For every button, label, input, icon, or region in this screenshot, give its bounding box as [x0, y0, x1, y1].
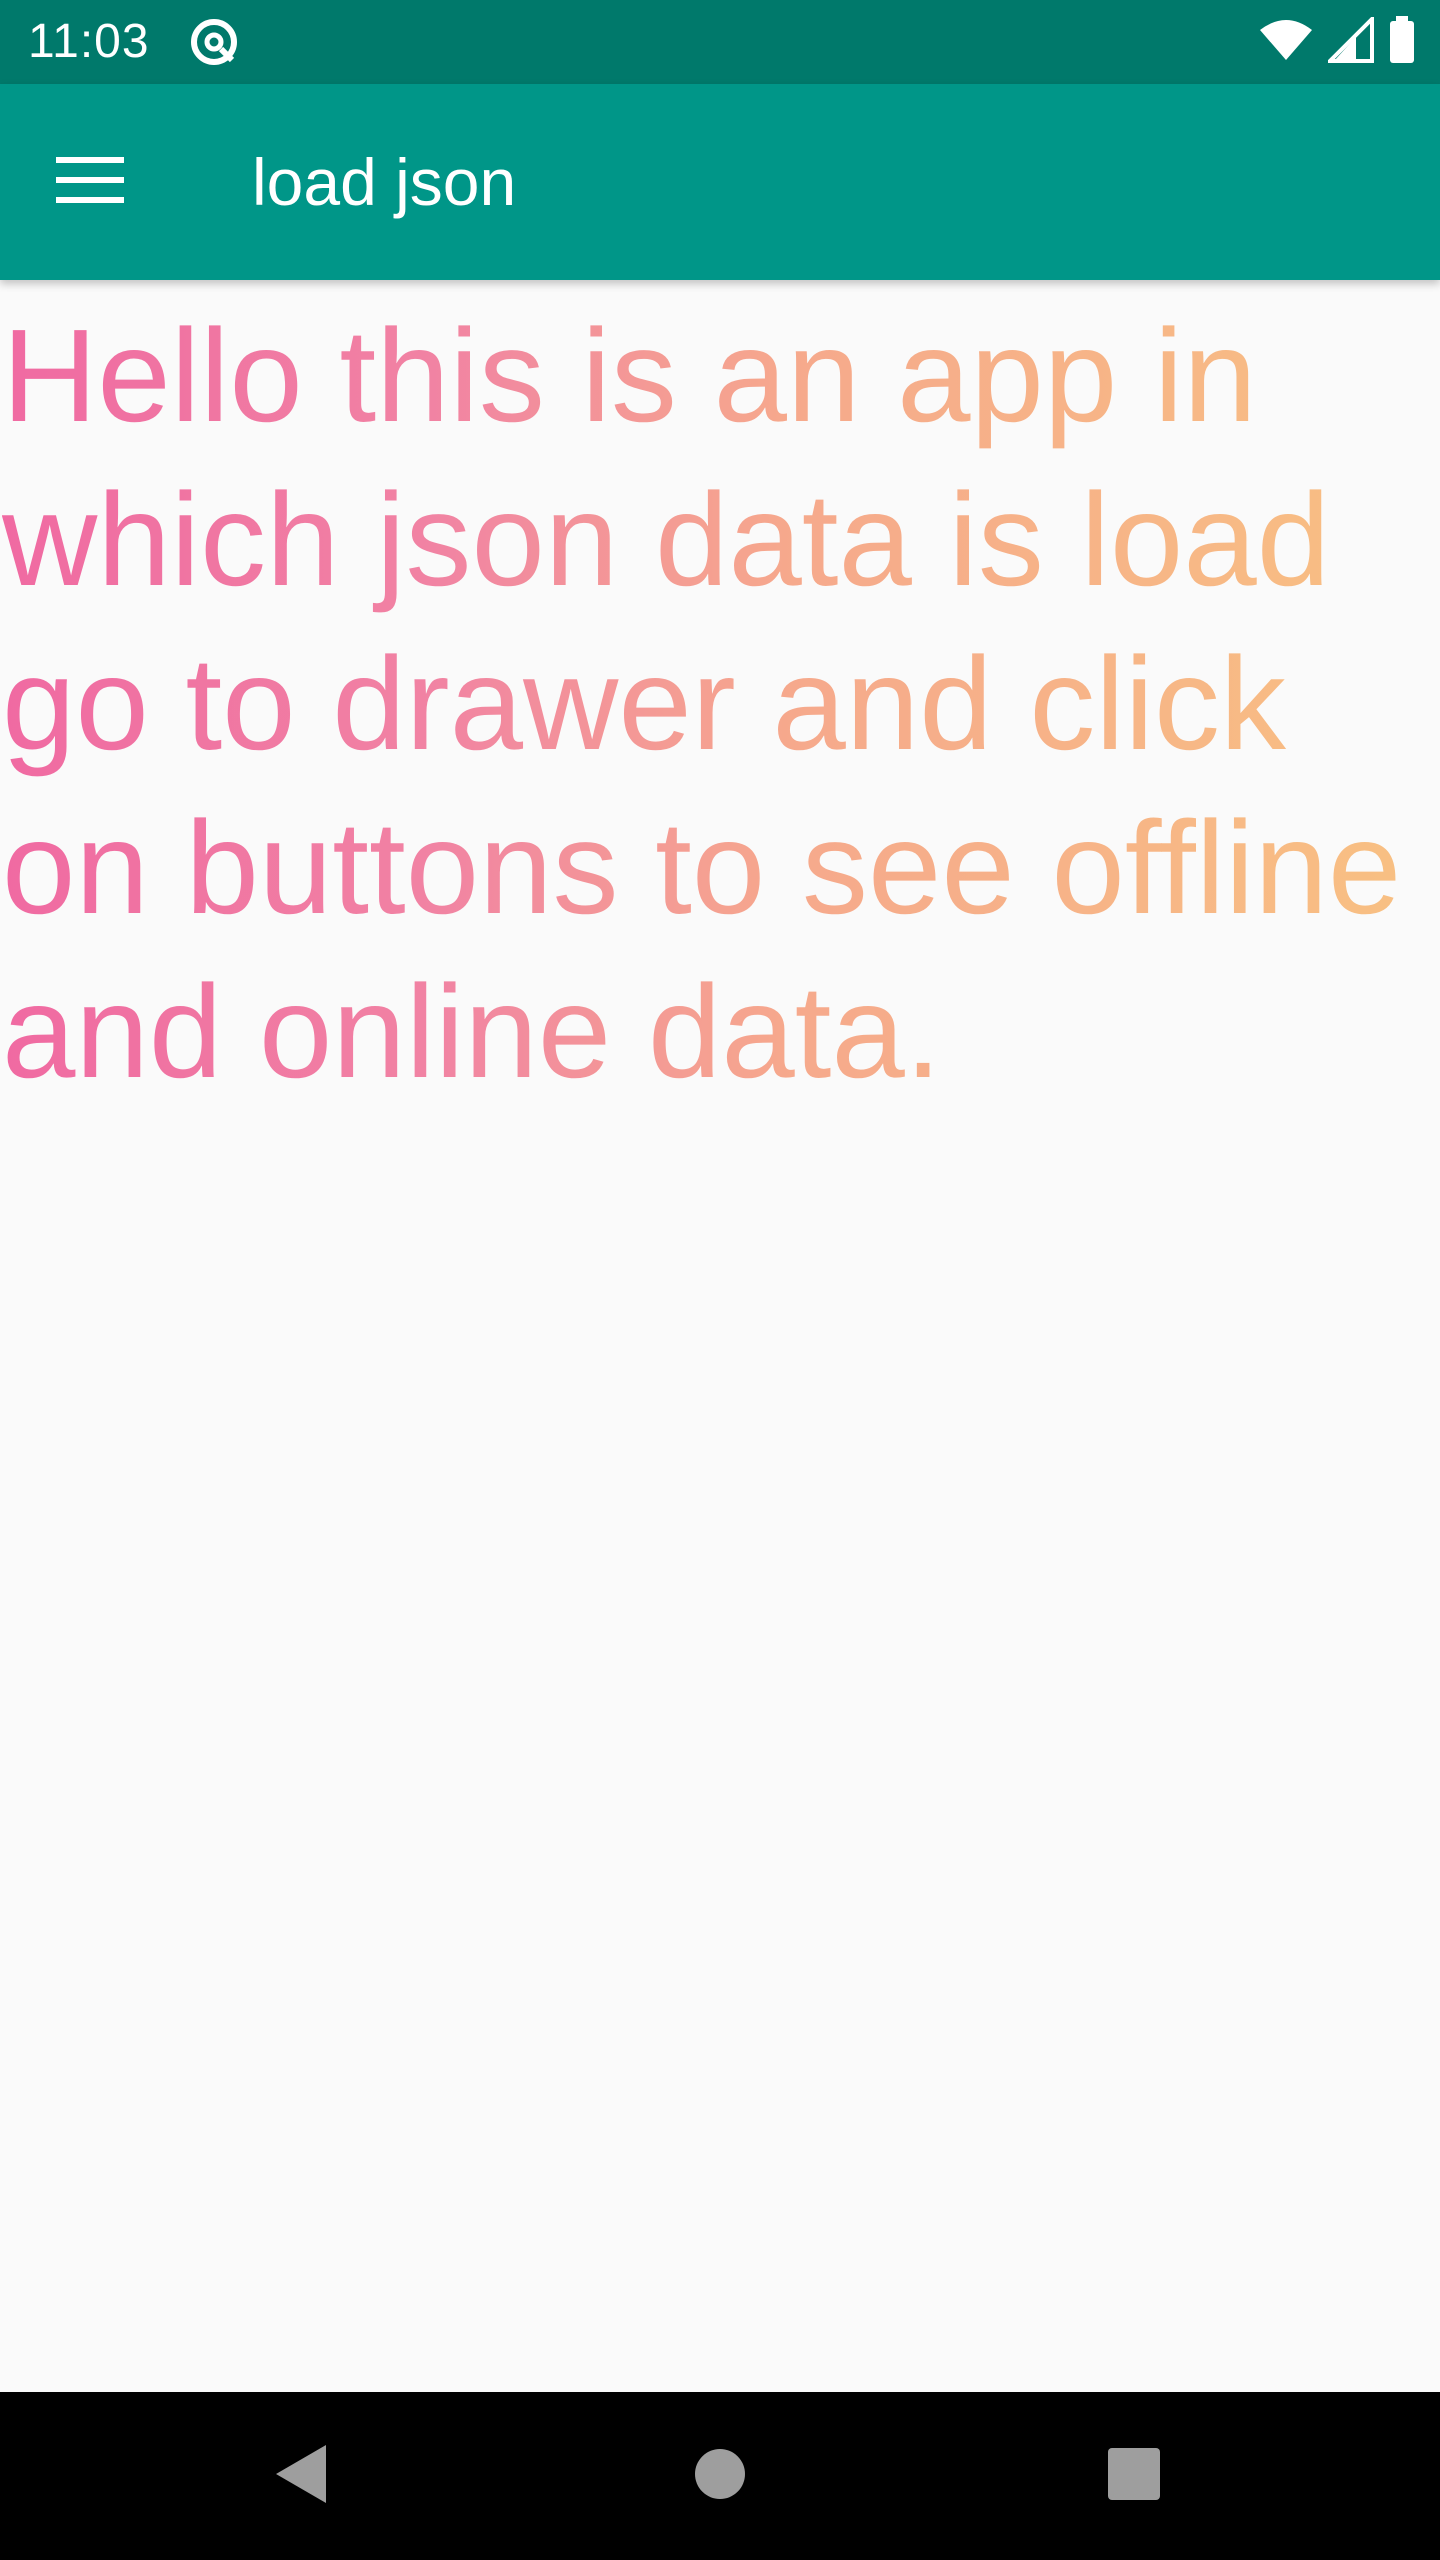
app-bar: load json: [0, 84, 1440, 280]
navigation-bar: [0, 2392, 1440, 2560]
nav-back-button[interactable]: [252, 2428, 348, 2524]
intro-text: Hello this is an app in which json data …: [2, 294, 1438, 1114]
hamburger-menu-icon: [56, 155, 124, 210]
battery-icon: [1388, 15, 1416, 69]
status-bar: 11:03: [0, 0, 1440, 84]
nav-recents-button[interactable]: [1086, 2428, 1182, 2524]
notification-at-icon: [188, 16, 240, 68]
wifi-icon: [1258, 18, 1314, 67]
status-time: 11:03: [28, 15, 150, 68]
signal-icon: [1325, 13, 1374, 68]
app-title: load json: [252, 145, 517, 219]
nav-home-button[interactable]: [672, 2428, 768, 2524]
home-icon: [694, 2448, 746, 2505]
recents-icon: [1107, 2447, 1161, 2506]
screen: 11:03 load json Hello this is an app in …: [0, 0, 1440, 2560]
main-content: Hello this is an app in which json data …: [0, 280, 1440, 2392]
menu-button[interactable]: [52, 144, 128, 220]
status-icons: [1258, 13, 1416, 69]
back-icon: [272, 2443, 328, 2510]
